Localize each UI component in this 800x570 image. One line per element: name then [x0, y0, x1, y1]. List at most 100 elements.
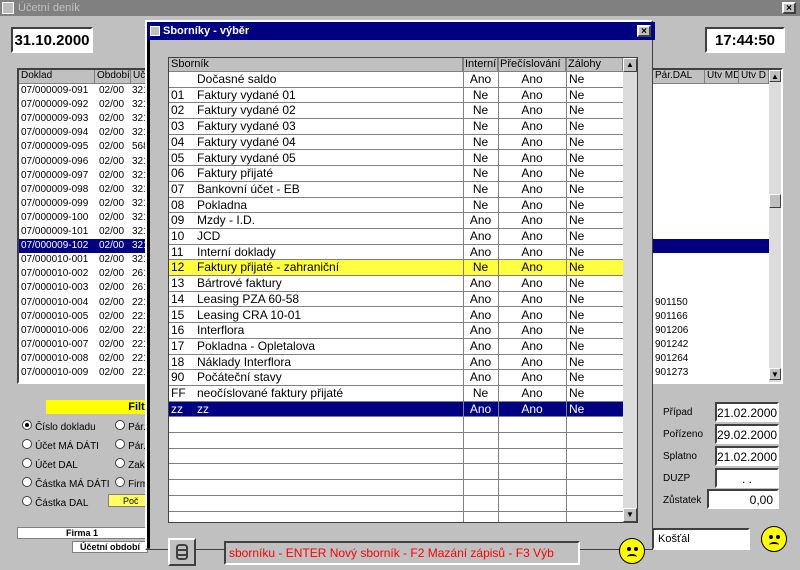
radio-icon[interactable] [22, 477, 32, 487]
sborniky-dialog: Sborníky - výběr × Sborník Interní Přečí… [145, 20, 655, 566]
radio-icon[interactable] [115, 439, 125, 449]
cell-zalohy: Ne [569, 370, 585, 385]
cell-precislovani: Ano [521, 401, 543, 416]
dialog-title: Sborníky - výběr [163, 25, 250, 37]
radio-icon[interactable] [22, 420, 32, 430]
col-header-zalohy[interactable]: Zálohy [566, 58, 623, 72]
cell-obdobi: 02/00 [99, 324, 125, 336]
empty-row [169, 417, 623, 434]
filter-radio-3[interactable]: Částka MÁ DÁTI [22, 477, 110, 491]
dialog-scroll-up-button[interactable]: ▲ [623, 58, 637, 72]
sbornik-row[interactable]: 18 Náklady Interflora Ano Ano Ne [169, 355, 623, 371]
cell-code: 90 [171, 370, 185, 385]
sbornik-row[interactable]: 12 Faktury přijaté - zahraniční Ne Ano Ne [169, 260, 623, 277]
radio-icon[interactable] [22, 458, 32, 468]
cell-name: Interflora [197, 323, 245, 338]
col-header-precislovani[interactable]: Přečíslování [498, 58, 566, 72]
sbornik-row[interactable]: 01 Faktury vydané 01 Ne Ano Ne [169, 88, 623, 104]
col-header-interni[interactable]: Interní [463, 58, 498, 72]
col-header-doklad[interactable]: Doklad [19, 70, 95, 84]
cell-interni: Ano [469, 213, 492, 228]
filter-radio-right-1[interactable]: Pár. [115, 439, 146, 453]
cell-precislovani: Ano [521, 134, 543, 149]
dialog-close-button[interactable]: × [637, 25, 651, 37]
radio-icon[interactable] [22, 439, 32, 449]
splatno-label: Splatno [663, 451, 697, 462]
cell-precislovani: Ano [521, 260, 543, 275]
sbornik-row[interactable]: 04 Faktury vydané 04 Ne Ano Ne [169, 135, 623, 151]
scroll-down-button[interactable]: ▼ [769, 368, 781, 380]
col-header-utv-md[interactable]: Útv MD [705, 70, 739, 84]
cell-doklad: 07/000009-096 [21, 155, 89, 167]
cell-doklad: 07/000009-097 [21, 169, 89, 181]
cell-interni: Ano [469, 338, 492, 353]
filter-radio-0[interactable]: Číslo dokladu [22, 420, 96, 434]
filter-radio-4[interactable]: Částka DAL [22, 496, 88, 510]
cell-doklad: 07/000010-008 [21, 352, 89, 364]
sbornik-row[interactable]: 03 Faktury vydané 03 Ne Ano Ne [169, 119, 623, 135]
radio-icon[interactable] [115, 458, 125, 468]
sbornik-row[interactable]: 06 Faktury přijaté Ne Ano Ne [169, 166, 623, 182]
filter-radio-label: Účet DAL [35, 460, 78, 471]
sad-smiley-icon[interactable] [619, 538, 645, 564]
pripad-field[interactable]: 21.02.2000 [715, 402, 779, 422]
sbornik-row[interactable]: 07 Bankovní účet - EB Ne Ano Ne [169, 182, 623, 198]
col-header-obdobi[interactable]: Období [95, 70, 131, 84]
radio-icon[interactable] [115, 477, 125, 487]
col-header-par-dal[interactable]: Pár.DAL [653, 70, 705, 84]
sbornik-row[interactable]: 17 Pokladna - Opletalova Ano Ano Ne [169, 339, 623, 355]
filter-yellow-field[interactable]: Poč [108, 494, 148, 507]
sbornik-row[interactable]: 15 Leasing CRA 10-01 Ano Ano Ne [169, 308, 623, 324]
cell-name: Faktury vydané 05 [197, 150, 296, 165]
cell-obdobi: 02/00 [99, 99, 125, 111]
zustatek-field[interactable]: 0,00 [707, 489, 779, 509]
cell-code: 10 [171, 229, 185, 243]
filter-radio-right-3[interactable]: Firm [115, 477, 148, 491]
sbornik-row[interactable]: 16 Interflora Ano Ano Ne [169, 323, 623, 339]
scroll-up-button[interactable]: ▲ [769, 70, 781, 82]
cell-par-dal: 901206 [655, 324, 689, 336]
cell-code: 18 [171, 354, 185, 369]
cell-obdobi: 02/00 [99, 226, 125, 237]
sbornik-row[interactable]: 05 Faktury vydané 05 Ne Ano Ne [169, 151, 623, 167]
col-header-utv-d[interactable]: Útv D [739, 70, 769, 84]
filter-radio-2[interactable]: Účet DAL [22, 458, 78, 472]
sborniky-table[interactable]: Sborník Interní Přečíslování Zálohy Doča… [168, 57, 638, 523]
cell-zalohy: Ne [569, 354, 585, 369]
duzp-field[interactable]: . . [715, 468, 779, 488]
filter-radio-1[interactable]: Účet MÁ DÁTI [22, 439, 99, 453]
cell-par-dal: 901150 [655, 296, 688, 308]
cell-doklad: 07/000009-102 [21, 240, 89, 252]
dialog-scrollbar[interactable]: ▲ ▼ [623, 58, 637, 522]
cell-obdobi: 02/00 [99, 197, 125, 209]
splatno-field[interactable]: 21.02.2000 [715, 446, 779, 466]
cell-name: JCD [197, 229, 221, 243]
col-header-sbornik[interactable]: Sborník [169, 58, 463, 72]
sbornik-row[interactable]: 90 Počáteční stavy Ano Ano Ne [169, 370, 623, 386]
cell-code: 07 [171, 181, 185, 196]
cell-doklad: 07/000010-006 [21, 324, 89, 336]
scroll-thumb[interactable] [769, 194, 781, 208]
cell-zalohy: Ne [569, 323, 585, 338]
sbornik-row[interactable]: 14 Leasing PZA 60-58 Ano Ano Ne [169, 292, 623, 308]
grid-scrollbar[interactable]: ▲ ▼ [769, 70, 781, 382]
sbornik-row[interactable]: 02 Faktury vydané 02 Ne Ano Ne [169, 103, 623, 120]
sbornik-row[interactable]: 11 Interní doklady Ano Ano Ne [169, 245, 623, 261]
sbornik-row[interactable]: 13 Bártrové faktury Ano Ano Ne [169, 276, 623, 292]
sbornik-row[interactable]: 10 JCD Ano Ano Ne [169, 229, 623, 245]
filter-radio-right-0[interactable]: Pár. [115, 420, 146, 434]
sad-smiley-icon[interactable] [761, 526, 787, 552]
radio-icon[interactable] [22, 496, 32, 506]
name-field[interactable]: Košťál [652, 528, 750, 550]
sbornik-row[interactable]: Dočasné saldo Ano Ano Ne [169, 72, 623, 88]
main-close-button[interactable]: × [782, 2, 796, 14]
database-icon[interactable] [168, 538, 196, 566]
sbornik-row[interactable]: zz zz Ano Ano Ne [169, 401, 623, 418]
dialog-scroll-down-button[interactable]: ▼ [623, 508, 637, 522]
porizeno-field[interactable]: 29.02.2000 [715, 424, 779, 444]
radio-icon[interactable] [115, 420, 125, 430]
sbornik-row[interactable]: FF neočíslované faktury přijaté Ne Ano Ne [169, 386, 623, 402]
sbornik-row[interactable]: 08 Pokladna Ne Ano Ne [169, 198, 623, 214]
sbornik-row[interactable]: 09 Mzdy - I.D. Ano Ano Ne [169, 213, 623, 229]
cell-name: Mzdy - I.D. [197, 213, 256, 228]
